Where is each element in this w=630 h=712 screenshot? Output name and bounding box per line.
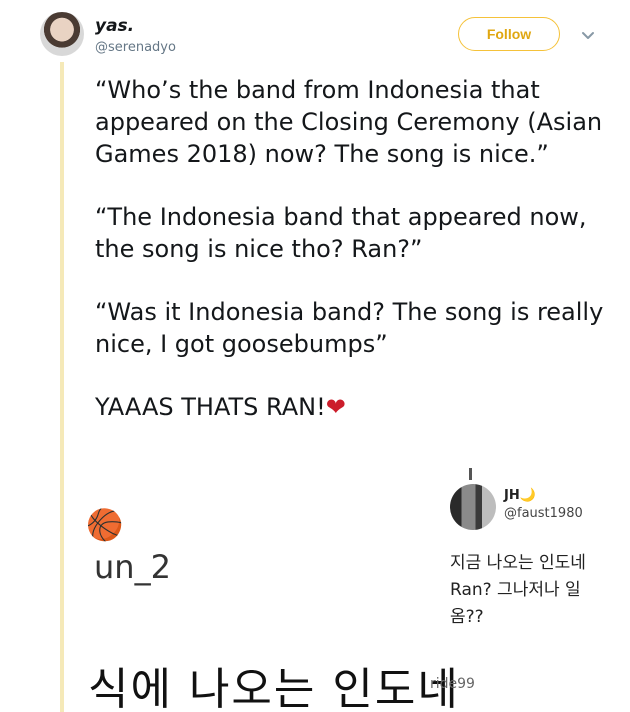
tweet-paragraph-3: “Was it Indonesia band? The song is real…	[95, 298, 604, 358]
tweet-paragraph-2: “The Indonesia band that appeared now, t…	[95, 203, 587, 263]
embedded-name-text: JH	[504, 488, 520, 503]
screenshot-username: un_2	[94, 548, 171, 586]
embedded-line-2: Ran? 그나저나 일	[450, 580, 581, 600]
thread-line	[60, 62, 64, 712]
embedded-handle: @faust1980	[504, 506, 583, 521]
embedded-line-1: 지금 나오는 인도네	[450, 553, 586, 573]
embedded-name: JH🌙	[504, 488, 536, 503]
chevron-down-icon[interactable]	[580, 27, 596, 43]
display-name[interactable]: yas.	[95, 16, 134, 36]
follow-button[interactable]: Follow	[458, 17, 560, 51]
embedded-avatar	[450, 484, 496, 530]
avatar[interactable]	[40, 12, 84, 56]
divider	[469, 468, 472, 480]
user-handle[interactable]: @serenadyo	[95, 40, 176, 55]
basketball-icon: 🏀	[86, 508, 124, 543]
moon-icon: 🌙	[519, 488, 536, 503]
tweet-paragraph-1: “Who’s the band from Indonesia that appe…	[95, 76, 603, 168]
screenshot-korean-text: 식에 나오는 인도네	[88, 664, 460, 712]
tweet-text: “Who’s the band from Indonesia that appe…	[95, 74, 615, 454]
tweet-paragraph-4: YAAAS THATS RAN!❤	[95, 391, 615, 423]
attached-screenshot[interactable]: 🏀 un_2 식에 나오는 인도네 JH🌙 @faust1980 지금 나오는 …	[78, 468, 630, 712]
embedded-line-3: 옴??	[450, 607, 484, 627]
embedded-footer-handle: ride99	[430, 676, 475, 692]
embedded-text: 지금 나오는 인도네 Ran? 그나저나 일 옴??	[450, 550, 630, 631]
heart-icon: ❤	[325, 393, 346, 421]
tweet-paragraph-4-text: YAAAS THATS RAN!	[95, 393, 326, 421]
